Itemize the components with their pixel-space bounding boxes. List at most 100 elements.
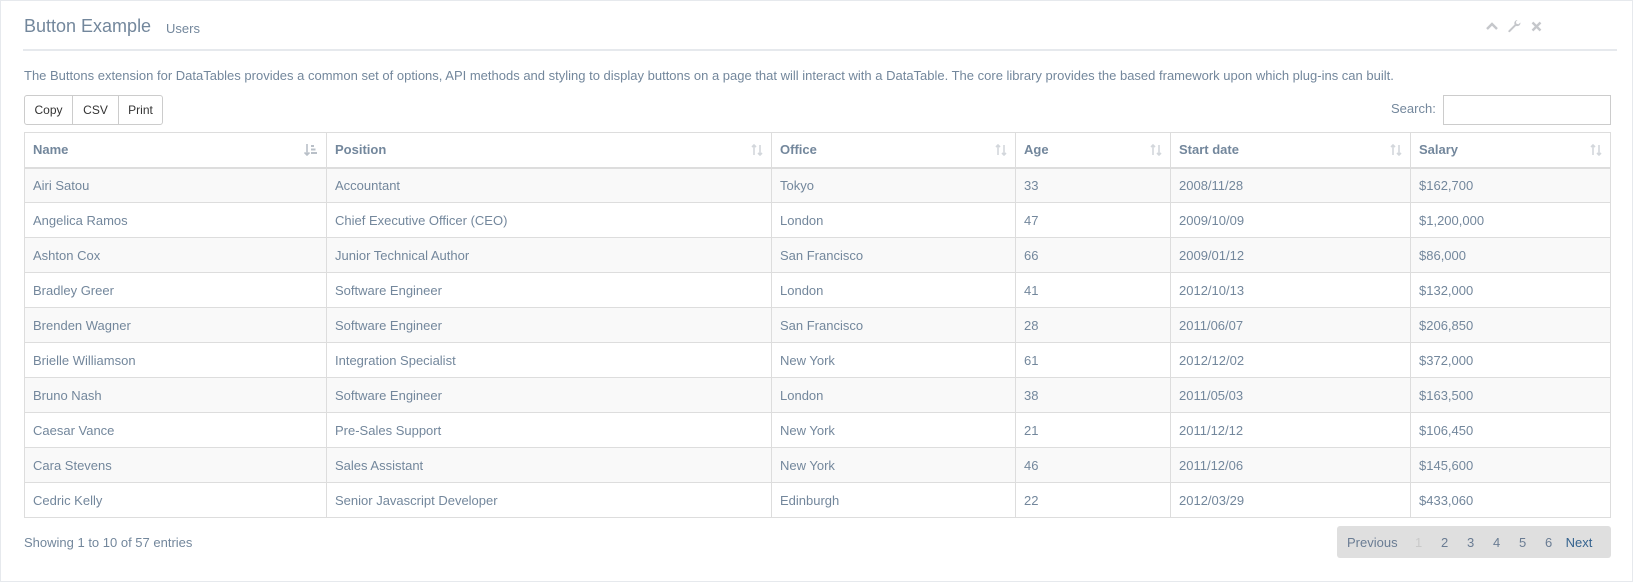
table-row: Bradley Greer Software Engineer London 4… [24,272,1611,308]
cell-position: Software Engineer [326,272,772,308]
cell-salary: $372,000 [1410,342,1611,378]
pagination-page-6[interactable]: 6 [1536,535,1562,550]
pagination-previous-button[interactable]: Previous [1347,535,1398,550]
cell-name: Cedric Kelly [24,482,327,518]
pagination-page-5[interactable]: 5 [1510,535,1536,550]
cell-office: London [771,377,1016,413]
panel-header: Button Example Users [23,1,1617,51]
export-button-group: Copy CSV Print [24,95,163,125]
cell-age: 33 [1015,167,1171,203]
column-header-label: Age [1024,142,1049,158]
description-text: The Buttons extension for DataTables pro… [24,68,1394,83]
cell-name: Ashton Cox [24,237,327,273]
cell-office: San Francisco [771,237,1016,273]
table-row: Cara Stevens Sales Assistant New York 46… [24,447,1611,483]
cell-position: Senior Javascript Developer [326,482,772,518]
table-row: Brenden Wagner Software Engineer San Fra… [24,307,1611,343]
column-header-office[interactable]: Office [771,132,1016,169]
pagination-page-2[interactable]: 2 [1432,535,1458,550]
cell-start-date: 2009/10/09 [1170,202,1411,238]
cell-office: New York [771,447,1016,483]
panel-title: Button Example [24,16,152,36]
cell-name: Airi Satou [24,167,327,203]
column-header-start-date[interactable]: Start date [1170,132,1411,169]
pagination-next-button[interactable]: Next [1566,535,1593,550]
column-header-salary[interactable]: Salary [1410,132,1611,169]
cell-age: 47 [1015,202,1171,238]
cell-position: Accountant [326,167,772,203]
cell-office: London [771,202,1016,238]
cell-start-date: 2011/12/06 [1170,447,1411,483]
table-header-row: Name Position Office Age Start date Sala… [24,132,1611,169]
cell-start-date: 2012/03/29 [1170,482,1411,518]
cell-age: 41 [1015,272,1171,308]
cell-position: Software Engineer [326,377,772,413]
cell-position: Integration Specialist [326,342,772,378]
pagination-page-3[interactable]: 3 [1458,535,1484,550]
column-header-label: Position [335,142,387,158]
pagination: Previous 1 2 3 4 5 6 Next [1337,526,1611,558]
chevron-up-icon[interactable] [1484,18,1500,34]
sort-both-icon [1390,144,1402,156]
cell-office: London [771,272,1016,308]
cell-name: Cara Stevens [24,447,327,483]
print-button[interactable]: Print [118,95,163,125]
cell-salary: $162,700 [1410,167,1611,203]
cell-start-date: 2011/06/07 [1170,307,1411,343]
table-row: Airi Satou Accountant Tokyo 33 2008/11/2… [24,167,1611,203]
table-row: Angelica Ramos Chief Executive Officer (… [24,202,1611,238]
cell-start-date: 2011/05/03 [1170,377,1411,413]
sort-both-icon [1590,144,1602,156]
wrench-icon[interactable] [1506,18,1522,34]
column-header-age[interactable]: Age [1015,132,1171,169]
cell-name: Bruno Nash [24,377,327,413]
column-header-name[interactable]: Name [24,132,327,169]
column-header-label: Name [33,142,69,158]
sort-both-icon [995,144,1007,156]
cell-position: Chief Executive Officer (CEO) [326,202,772,238]
cell-salary: $1,200,000 [1410,202,1611,238]
cell-age: 66 [1015,237,1171,273]
cell-office: Edinburgh [771,482,1016,518]
table-row: Caesar Vance Pre-Sales Support New York … [24,412,1611,448]
panel-subtitle: Users [166,21,200,36]
cell-age: 46 [1015,447,1171,483]
cell-salary: $163,500 [1410,377,1611,413]
table-row: Cedric Kelly Senior Javascript Developer… [24,482,1611,518]
column-header-position[interactable]: Position [326,132,772,169]
cell-age: 61 [1015,342,1171,378]
cell-start-date: 2011/12/12 [1170,412,1411,448]
close-icon[interactable] [1528,18,1544,34]
cell-office: New York [771,412,1016,448]
users-table: Name Position Office Age Start date Sala… [24,132,1611,518]
search-label: Search: [1391,101,1436,116]
sort-ascending-icon [304,144,317,156]
cell-start-date: 2012/10/13 [1170,272,1411,308]
pagination-page-4[interactable]: 4 [1484,535,1510,550]
cell-name: Caesar Vance [24,412,327,448]
cell-office: Tokyo [771,167,1016,203]
table-row: Brielle Williamson Integration Specialis… [24,342,1611,378]
cell-salary: $106,450 [1410,412,1611,448]
cell-salary: $206,850 [1410,307,1611,343]
csv-button[interactable]: CSV [72,95,119,125]
copy-button[interactable]: Copy [24,95,73,125]
column-header-label: Salary [1419,142,1459,158]
search-input[interactable] [1443,95,1611,125]
column-header-label: Office [780,142,817,158]
cell-salary: $145,600 [1410,447,1611,483]
cell-age: 21 [1015,412,1171,448]
cell-name: Brielle Williamson [24,342,327,378]
pagination-page-1[interactable]: 1 [1406,535,1432,550]
cell-position: Junior Technical Author [326,237,772,273]
cell-start-date: 2012/12/02 [1170,342,1411,378]
cell-name: Bradley Greer [24,272,327,308]
table-row: Bruno Nash Software Engineer London 38 2… [24,377,1611,413]
cell-start-date: 2009/01/12 [1170,237,1411,273]
cell-age: 28 [1015,307,1171,343]
cell-office: San Francisco [771,307,1016,343]
panel: Button Example Users The Buttons extensi… [0,0,1633,582]
table-row: Ashton Cox Junior Technical Author San F… [24,237,1611,273]
cell-age: 38 [1015,377,1171,413]
cell-position: Sales Assistant [326,447,772,483]
